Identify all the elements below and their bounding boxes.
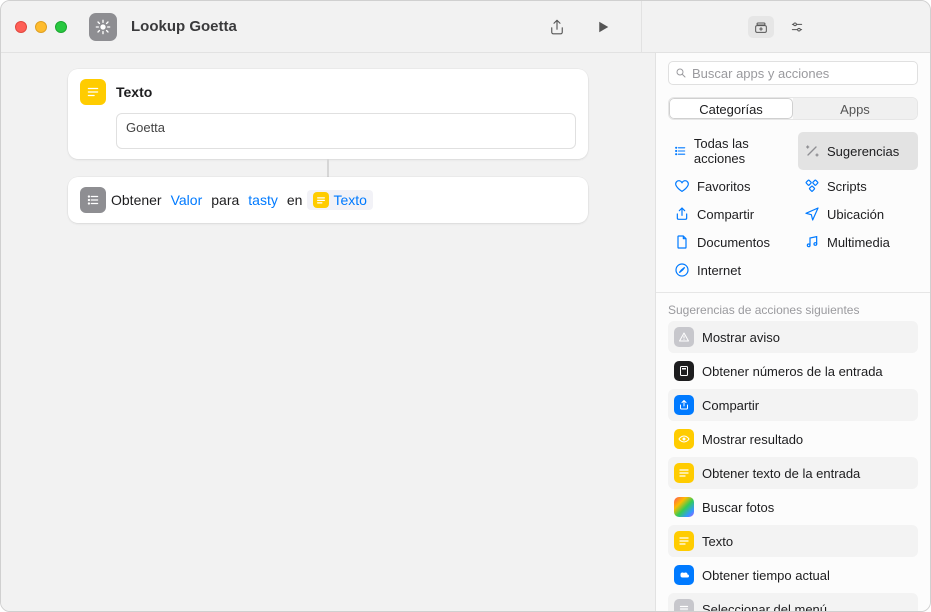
library-view-button[interactable] xyxy=(748,16,774,38)
get-source-variable[interactable]: Texto xyxy=(307,190,372,210)
get-conj1: para xyxy=(211,192,239,208)
alert-icon xyxy=(674,327,694,347)
list-icon xyxy=(674,143,687,159)
library-mode-segment: Categorías Apps xyxy=(668,97,918,120)
share-icon xyxy=(548,18,566,36)
get-source-label: Texto xyxy=(333,192,366,208)
suggestion-item[interactable]: Compartir xyxy=(668,389,918,421)
text-action-title: Texto xyxy=(116,84,152,100)
category-media[interactable]: Multimedia xyxy=(798,230,918,254)
category-wand[interactable]: Sugerencias xyxy=(798,132,918,170)
text-icon xyxy=(674,531,694,551)
weather-icon xyxy=(674,565,694,585)
titlebar: Lookup Goetta xyxy=(1,1,930,53)
category-heart[interactable]: Favoritos xyxy=(668,174,788,198)
location-icon xyxy=(804,206,820,222)
share-icon xyxy=(674,206,690,222)
window-title: Lookup Goetta xyxy=(131,18,237,35)
suggestion-item[interactable]: Seleccionar del menú xyxy=(668,593,918,611)
text-icon xyxy=(674,463,694,483)
play-icon xyxy=(594,18,612,36)
wand-icon xyxy=(804,143,820,159)
close-window-button[interactable] xyxy=(15,21,27,33)
category-grid: Todas las acciones Sugerencias Favoritos Sc… xyxy=(656,128,930,293)
workflow-canvas[interactable]: Texto Goetta Obtener Valor para tasty xyxy=(1,53,655,611)
share-icon xyxy=(674,395,694,415)
fullscreen-window-button[interactable] xyxy=(55,21,67,33)
category-safari[interactable]: Internet xyxy=(668,258,788,282)
action-connector xyxy=(327,159,329,177)
suggestion-item[interactable]: Obtener tiempo actual xyxy=(668,559,918,591)
suggestions-heading: Sugerencias de acciones siguientes xyxy=(656,293,930,321)
category-document[interactable]: Documentos xyxy=(668,230,788,254)
category-share[interactable]: Compartir xyxy=(668,202,788,226)
calc-icon xyxy=(674,361,694,381)
list-icon xyxy=(86,193,100,207)
suggestion-item[interactable]: Mostrar resultado xyxy=(668,423,918,455)
scripts-icon xyxy=(804,178,820,194)
search-placeholder: Buscar apps y acciones xyxy=(692,66,829,81)
run-button[interactable] xyxy=(589,15,617,39)
text-action-icon xyxy=(80,79,106,105)
variable-chip-icon xyxy=(313,192,329,208)
segment-apps[interactable]: Apps xyxy=(793,98,917,119)
action-text[interactable]: Texto Goetta xyxy=(68,69,588,159)
suggestion-item[interactable]: Texto xyxy=(668,525,918,557)
suggestion-item[interactable]: Mostrar aviso xyxy=(668,321,918,353)
shortcut-app-icon xyxy=(89,13,117,41)
safari-icon xyxy=(674,262,690,278)
eye-icon xyxy=(674,429,694,449)
text-lines-icon xyxy=(86,85,100,99)
suggestion-item[interactable]: Obtener números de la entrada xyxy=(668,355,918,387)
suggestions-list: Mostrar avisoObtener números de la entra… xyxy=(656,321,930,611)
category-scripts[interactable]: Scripts xyxy=(798,174,918,198)
search-icon xyxy=(675,67,687,79)
app-window: Lookup Goetta xyxy=(0,0,931,612)
document-icon xyxy=(674,234,690,250)
text-lines-small-icon xyxy=(316,195,326,205)
action-library-sidebar: Buscar apps y acciones Categorías Apps T… xyxy=(655,53,930,611)
media-icon xyxy=(804,234,820,250)
share-button[interactable] xyxy=(543,15,571,39)
window-controls xyxy=(15,21,67,33)
category-list[interactable]: Todas las acciones xyxy=(668,132,788,170)
app-glyph-icon xyxy=(95,19,111,35)
suggestion-item[interactable]: Obtener texto de la entrada xyxy=(668,457,918,489)
action-get-value[interactable]: Obtener Valor para tasty en Texto xyxy=(68,177,588,223)
minimize-window-button[interactable] xyxy=(35,21,47,33)
text-action-input[interactable]: Goetta xyxy=(116,113,576,149)
get-verb: Obtener xyxy=(111,192,162,208)
category-location[interactable]: Ubicación xyxy=(798,202,918,226)
get-param-token[interactable]: Valor xyxy=(167,190,207,210)
suggestion-item[interactable]: Buscar fotos xyxy=(668,491,918,523)
sliders-icon xyxy=(789,19,805,35)
dictionary-action-icon xyxy=(80,187,106,213)
photos-icon xyxy=(674,497,694,517)
get-conj2: en xyxy=(287,192,303,208)
heart-icon xyxy=(674,178,690,194)
segment-categories[interactable]: Categorías xyxy=(669,98,793,119)
get-key-token[interactable]: tasty xyxy=(244,190,282,210)
library-stack-icon xyxy=(753,19,769,35)
search-input[interactable]: Buscar apps y acciones xyxy=(668,61,918,85)
menu-icon xyxy=(674,599,694,611)
settings-view-button[interactable] xyxy=(784,16,810,38)
